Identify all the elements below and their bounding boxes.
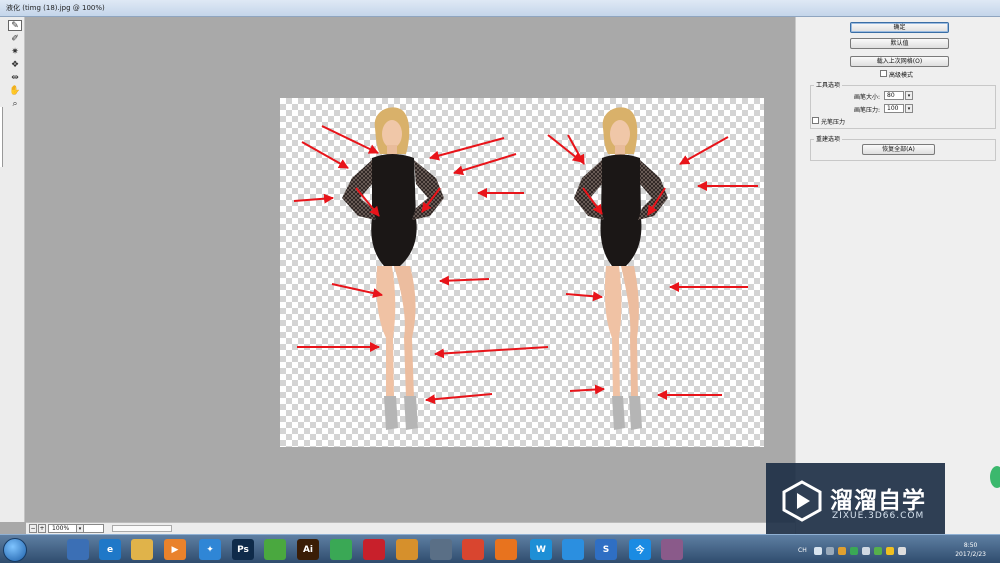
- wechat-icon[interactable]: [874, 547, 882, 555]
- security-icon[interactable]: [850, 547, 858, 555]
- gift-app-icon[interactable]: [661, 539, 683, 560]
- qq-icon[interactable]: [430, 539, 452, 560]
- today-app-icon[interactable]: 今: [629, 539, 651, 560]
- brush-size-label: 画笔大小:: [854, 94, 881, 101]
- chrome-icon[interactable]: [462, 539, 484, 560]
- advanced-mode-label: 高级模式: [889, 72, 914, 79]
- stylus-pressure-label: 光笔压力: [821, 119, 846, 126]
- canvas-status-bar: − + 100% ▾: [26, 522, 795, 534]
- zoom-tool-icon[interactable]: ⌕: [8, 98, 22, 109]
- taskbar: e ▶ ✦ Ps Ai W S 今 CH 8:50 2017/2/23: [0, 534, 1000, 563]
- zoom-dropdown-icon[interactable]: ▾: [76, 524, 84, 533]
- push-left-tool-icon[interactable]: ⇹: [8, 72, 22, 83]
- volume-icon[interactable]: [898, 547, 906, 555]
- media-player-icon[interactable]: ▶: [164, 539, 186, 560]
- ok-button[interactable]: 确定: [850, 22, 949, 33]
- network-icon[interactable]: [826, 547, 834, 555]
- restore-all-button[interactable]: 恢复全部(A): [862, 144, 935, 155]
- wps-icon[interactable]: W: [530, 539, 552, 560]
- image-content: [293, 107, 758, 430]
- tray-app-icon[interactable]: [838, 547, 846, 555]
- load-last-mesh-button[interactable]: 载入上次网格(O): [850, 56, 949, 67]
- brush-pressure-label: 画笔压力:: [854, 107, 881, 114]
- blue-app-icon[interactable]: [562, 539, 584, 560]
- ie-icon[interactable]: e: [99, 539, 121, 560]
- sogou-icon[interactable]: S: [595, 539, 617, 560]
- brush-size-input[interactable]: 80: [884, 91, 904, 100]
- reset-button[interactable]: 默认值: [850, 38, 949, 49]
- image-preview[interactable]: [280, 98, 764, 447]
- horizontal-scrollbar[interactable]: [112, 525, 172, 532]
- notification-icon[interactable]: [886, 547, 894, 555]
- stylus-pressure-checkbox[interactable]: [812, 117, 819, 124]
- illustrator-icon[interactable]: Ai: [297, 539, 319, 560]
- preview-canvas[interactable]: [26, 17, 795, 522]
- advanced-mode-checkbox[interactable]: [880, 70, 887, 77]
- photoshop-icon[interactable]: Ps: [232, 539, 254, 560]
- brush-size-dropdown-icon[interactable]: ▾: [905, 91, 913, 100]
- window-title: 液化 (timg (18).jpg @ 100%): [6, 4, 105, 12]
- reconstruct-options-label: 重建选项: [814, 134, 843, 143]
- hand-tool-icon[interactable]: ✋: [8, 85, 22, 96]
- brush-pressure-input[interactable]: 100: [884, 104, 904, 113]
- reconstruct-tool-icon[interactable]: ✐: [8, 33, 22, 44]
- liquify-dialog: 液化 (timg (18).jpg @ 100%) ✎ ✐ ✷ ❖ ⇹ ✋ ⌕: [0, 0, 1000, 563]
- green-app-icon[interactable]: [330, 539, 352, 560]
- zoom-in-button[interactable]: +: [38, 524, 46, 533]
- figure-right: [574, 107, 668, 430]
- watermark-logo-icon: [782, 480, 822, 522]
- system-tray: CH 8:50 2017/2/23: [790, 535, 1000, 563]
- watermark-title: 溜溜自学: [830, 488, 926, 514]
- bloat-tool-icon[interactable]: ❖: [8, 59, 22, 70]
- brush-pressure-dropdown-icon[interactable]: ▾: [905, 104, 913, 113]
- tool-options-label: 工具选项: [814, 80, 843, 89]
- input-language[interactable]: CH: [798, 547, 807, 554]
- clock-date: 2017/2/23: [955, 551, 986, 558]
- zoom-out-button[interactable]: −: [29, 524, 37, 533]
- browser-360-icon[interactable]: [264, 539, 286, 560]
- explorer-icon[interactable]: [67, 539, 89, 560]
- options-panel: 确定 默认值 载入上次网格(O) 高级模式 工具选项 画笔大小: 80 ▾ 画笔…: [795, 17, 1000, 534]
- app-bird-icon[interactable]: ✦: [199, 539, 221, 560]
- start-button[interactable]: [3, 538, 27, 562]
- keyboard-icon[interactable]: [814, 547, 822, 555]
- clock[interactable]: 8:50 2017/2/23: [955, 541, 986, 559]
- forward-warp-tool-icon[interactable]: ✎: [8, 20, 22, 31]
- firefox-icon[interactable]: [495, 539, 517, 560]
- tool-bar: ✎ ✐ ✷ ❖ ⇹ ✋ ⌕: [0, 17, 25, 522]
- floating-widget-icon[interactable]: [990, 466, 1000, 488]
- printer-icon[interactable]: [862, 547, 870, 555]
- clock-time: 8:50: [963, 542, 978, 549]
- watermark-url: ZIXUE.3D66.COM: [832, 511, 925, 521]
- pucker-tool-icon[interactable]: ✷: [8, 46, 22, 57]
- annotation-arrows: [293, 125, 758, 405]
- title-bar: 液化 (timg (18).jpg @ 100%): [0, 0, 1000, 17]
- acrobat-icon[interactable]: [363, 539, 385, 560]
- toolbar-edge: [0, 107, 3, 167]
- figure-left: [342, 107, 444, 430]
- box-app-icon[interactable]: [396, 539, 418, 560]
- folder-icon[interactable]: [131, 539, 153, 560]
